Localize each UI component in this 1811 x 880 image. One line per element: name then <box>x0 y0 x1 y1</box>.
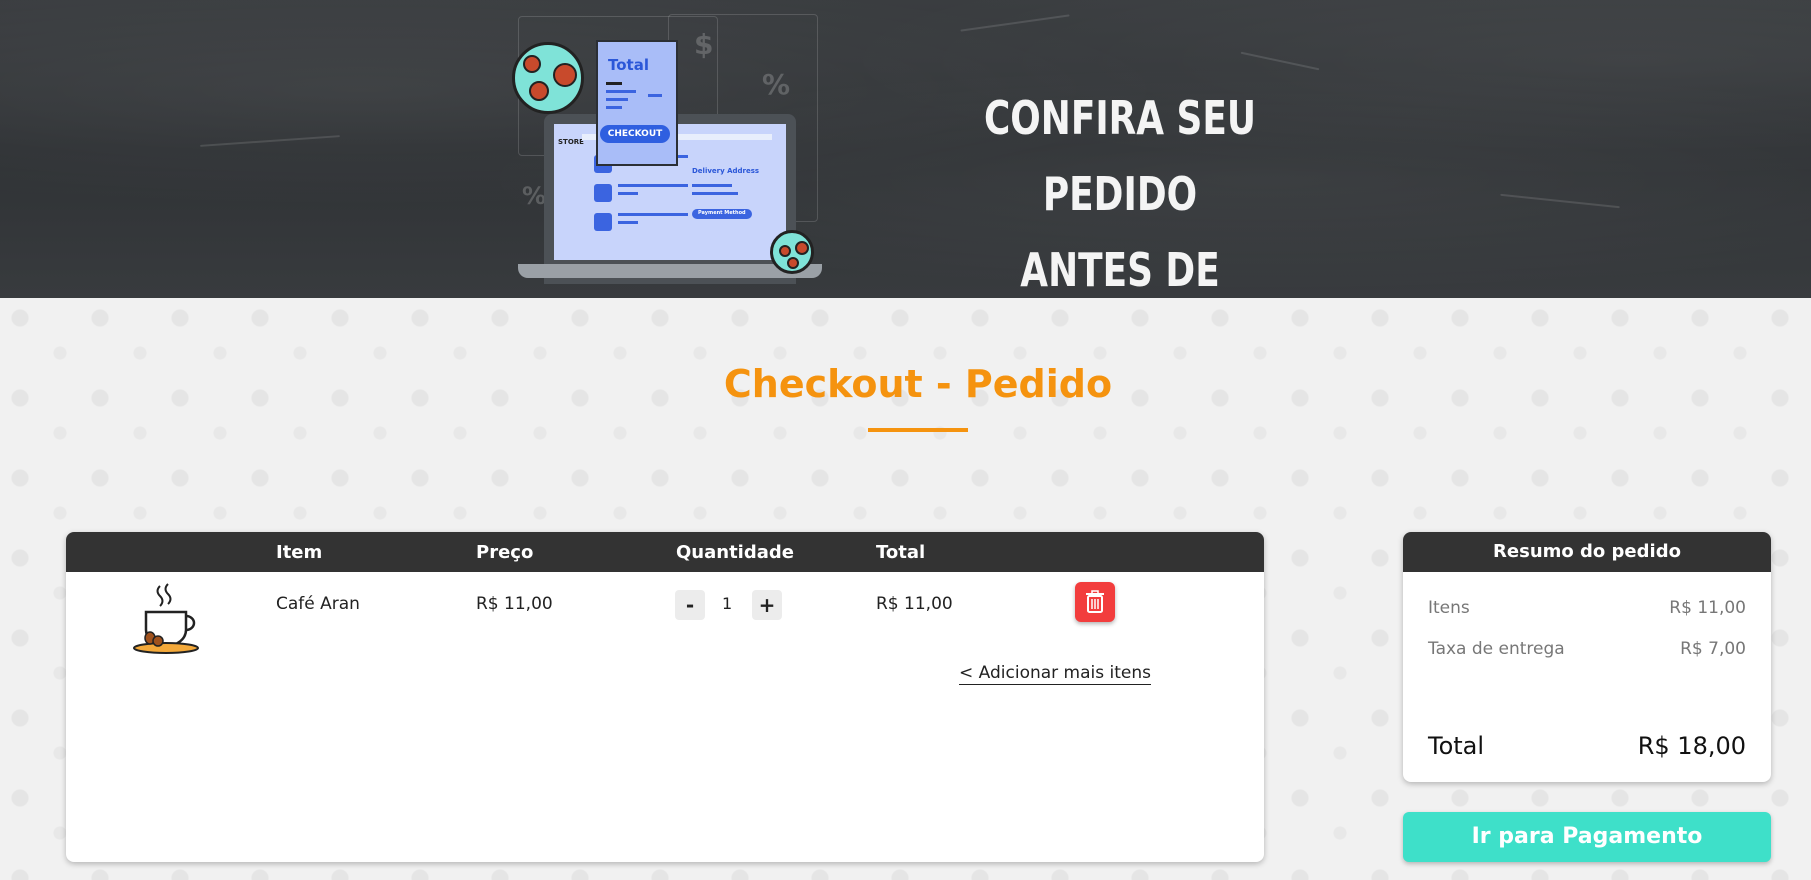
receipt-title: Total <box>608 56 649 74</box>
row-item-total: R$ 11,00 <box>876 594 953 614</box>
hero-title-line-1: CONFIRA SEU PEDIDO <box>983 91 1257 221</box>
quantity-increase-button[interactable]: + <box>752 590 782 620</box>
summary-fee-row: Taxa de entrega R$ 7,00 <box>1428 639 1746 659</box>
delete-item-button[interactable] <box>1075 582 1115 622</box>
delivery-label: Delivery Address <box>692 167 760 175</box>
title-underline <box>868 428 968 432</box>
summary-items-row: Itens R$ 11,00 <box>1428 598 1746 618</box>
row-item-name: Café Aran <box>276 594 360 614</box>
coffee-cup-icon <box>133 583 199 654</box>
header-item: Item <box>276 542 323 563</box>
hero-title: CONFIRA SEU PEDIDO ANTES DE CONTINUAR <box>948 80 1291 298</box>
summary-title: Resumo do pedido <box>1403 532 1771 572</box>
page-title: Checkout - Pedido <box>723 362 1113 406</box>
order-summary: Resumo do pedido Itens R$ 11,00 Taxa de … <box>1403 532 1771 782</box>
summary-total-label: Total <box>1428 732 1485 760</box>
bug-mascot-small-icon <box>770 230 814 274</box>
hero-title-line-2: ANTES DE CONTINUAR <box>1020 243 1220 297</box>
summary-fee-label: Taxa de entrega <box>1428 639 1565 659</box>
row-item-price: R$ 11,00 <box>476 594 553 614</box>
header-total: Total <box>876 542 926 563</box>
header-price: Preço <box>476 542 534 563</box>
store-label: STORE <box>558 138 584 146</box>
summary-total-value: R$ 18,00 <box>1637 732 1746 760</box>
go-to-payment-button[interactable]: Ir para Pagamento <box>1403 812 1771 862</box>
payment-label: Payment Method <box>698 210 746 216</box>
checkout-pill: CHECKOUT <box>600 125 670 143</box>
bug-mascot-icon <box>512 42 584 114</box>
summary-items-value: R$ 11,00 <box>1669 598 1746 618</box>
trash-icon <box>1086 590 1104 613</box>
summary-total-row: Total R$ 18,00 <box>1428 732 1746 760</box>
cart-table: Item Preço Quantidade Total Café Aran R$… <box>66 532 1264 862</box>
summary-items-label: Itens <box>1428 598 1470 618</box>
quantity-value: 1 <box>722 594 733 613</box>
header-quantity: Quantidade <box>676 542 794 563</box>
hero-banner: $ % % STORE Delivery Address Payment Met… <box>0 0 1811 298</box>
summary-fee-value: R$ 7,00 <box>1680 639 1746 659</box>
quantity-decrease-button[interactable]: - <box>675 590 705 620</box>
checkout-illustration: $ % % STORE Delivery Address Payment Met… <box>508 12 828 284</box>
cart-table-header: Item Preço Quantidade Total <box>66 532 1264 572</box>
add-more-items-link[interactable]: < Adicionar mais itens <box>959 663 1151 685</box>
